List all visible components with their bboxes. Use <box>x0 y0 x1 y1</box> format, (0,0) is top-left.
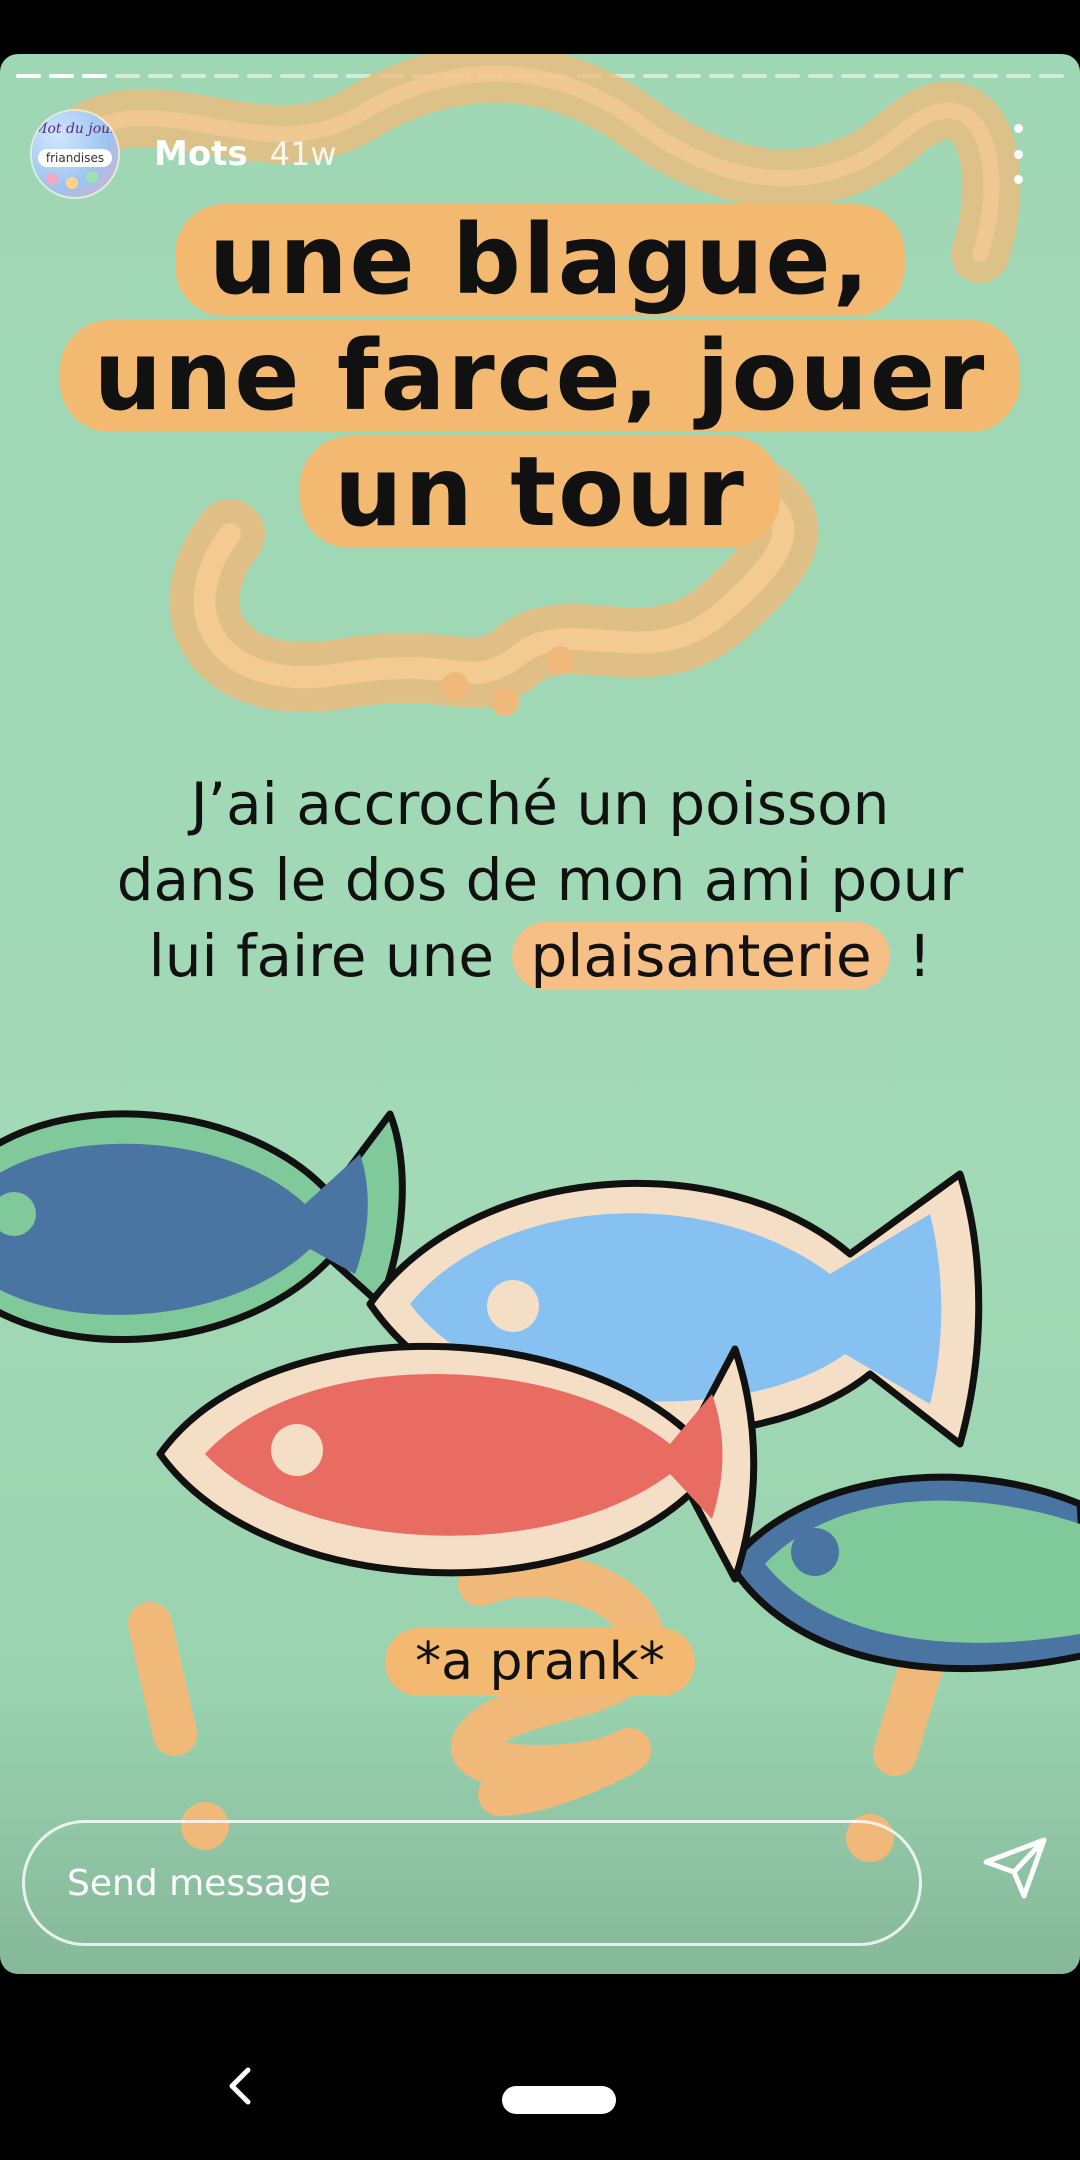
avatar-script-text: Mot du jour <box>33 121 117 137</box>
sentence-line-3-end: ! <box>889 922 932 990</box>
title-line-1: une blague, <box>0 204 1080 316</box>
title-line-2-text: une farce, jouer <box>59 320 1021 432</box>
profile-avatar[interactable]: Mot du jour friandises <box>32 111 118 197</box>
title-line-3-text: un tour <box>300 436 780 548</box>
highlighted-word: plaisanterie <box>512 922 890 990</box>
avatar-banner-text: friandises <box>38 149 112 167</box>
translation-text: *a prank* <box>385 1628 695 1696</box>
title-line-1-text: une blague, <box>174 204 906 316</box>
chevron-left-icon[interactable] <box>220 2064 260 2108</box>
paper-plane-icon[interactable] <box>980 1832 1050 1902</box>
story-timestamp: 41w <box>269 135 337 173</box>
username[interactable]: Mots <box>154 134 248 174</box>
home-pill-icon[interactable] <box>502 2086 616 2114</box>
vertical-dots-icon[interactable] <box>1008 124 1028 184</box>
title-line-3: un tour <box>0 436 1080 548</box>
send-message-input[interactable]: Send message <box>22 1820 922 1946</box>
sentence-line-1: J’ai accroché un poisson <box>190 770 890 838</box>
sentence-line-2: dans le dos de mon ami pour <box>116 846 964 914</box>
title-line-2: une farce, jouer <box>0 320 1080 432</box>
system-navigation-bar <box>0 2020 1080 2160</box>
story-header: Mot du jour friandises Mots 41w <box>32 106 1056 202</box>
sentence-line-3: lui faire une plaisanterie ! <box>30 918 1050 994</box>
story-frame[interactable]: Mot du jour friandises Mots 41w une blag… <box>0 54 1080 1974</box>
translation-label: *a prank* <box>0 1628 1080 1696</box>
sentence-line-3-start: lui faire une <box>148 922 513 990</box>
example-sentence: J’ai accroché un poisson dans le dos de … <box>30 766 1050 994</box>
send-message-placeholder: Send message <box>67 1862 331 1904</box>
